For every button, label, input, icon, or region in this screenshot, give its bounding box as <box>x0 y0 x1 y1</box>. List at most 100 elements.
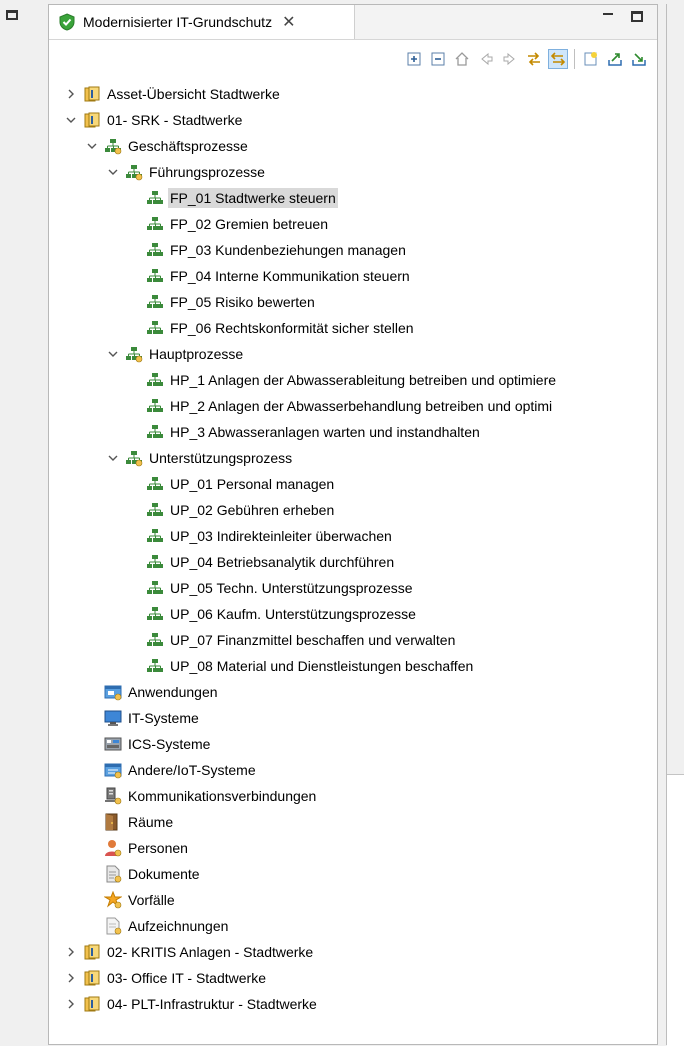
close-icon[interactable]: ✕ <box>282 12 295 32</box>
tree-item[interactable]: Kommunikationsverbindungen <box>49 783 657 809</box>
scope-icon <box>83 995 101 1013</box>
new-element-icon[interactable] <box>581 49 601 69</box>
iot-system-icon <box>104 761 122 779</box>
tree-item[interactable]: Personen <box>49 835 657 861</box>
tree-item[interactable]: Dokumente <box>49 861 657 887</box>
back-icon[interactable] <box>476 49 496 69</box>
import-icon[interactable] <box>605 49 625 69</box>
maximize-icon[interactable] <box>631 11 643 22</box>
collapse-all-icon[interactable] <box>428 49 448 69</box>
scope-icon <box>83 943 101 961</box>
record-icon <box>104 917 122 935</box>
tree-item[interactable]: UP_04 Betriebsanalytik durchführen <box>49 549 657 575</box>
process-icon <box>146 267 164 285</box>
tree-item[interactable]: 02- KRITIS Anlagen - Stadtwerke <box>49 939 657 965</box>
chevron-right-icon[interactable] <box>65 972 77 984</box>
tree-item-label: Anwendungen <box>128 684 218 700</box>
tree-item-label: FP_03 Kundenbeziehungen managen <box>170 242 406 258</box>
chevron-right-icon[interactable] <box>65 998 77 1010</box>
tree-item[interactable]: FP_05 Risiko bewerten <box>49 289 657 315</box>
tree-item-label: Asset-Übersicht Stadtwerke <box>107 86 280 102</box>
link-editor-icon[interactable] <box>524 49 544 69</box>
tree-item[interactable]: 01- SRK - Stadtwerke <box>49 107 657 133</box>
tree-item-label: Hauptprozesse <box>149 346 244 362</box>
tree-item-label: UP_01 Personal managen <box>170 476 335 492</box>
home-icon[interactable] <box>452 49 472 69</box>
tree-item[interactable]: HP_1 Anlagen der Abwasserableitung betre… <box>49 367 657 393</box>
tree-item-label: Führungsprozesse <box>149 164 265 180</box>
tree-item[interactable]: IT-Systeme <box>49 705 657 731</box>
ics-system-icon <box>104 735 122 753</box>
tree-item[interactable]: 03- Office IT - Stadtwerke <box>49 965 657 991</box>
tree-item-label: IT-Systeme <box>128 710 199 726</box>
tree-item[interactable]: UP_06 Kaufm. Unterstützungsprozesse <box>49 601 657 627</box>
process-icon <box>146 605 164 623</box>
left-pane <box>0 0 41 1045</box>
right-lower-pane <box>667 774 684 1046</box>
tree-item-label: Geschäftsprozesse <box>128 138 248 154</box>
tree-item[interactable]: UP_05 Techn. Unterstützungsprozesse <box>49 575 657 601</box>
tree-item[interactable]: FP_06 Rechtskonformität sicher stellen <box>49 315 657 341</box>
tree-item-label: FP_04 Interne Kommunikation steuern <box>170 268 410 284</box>
tree-item-label: UP_07 Finanzmittel beschaffen und verwal… <box>170 632 456 648</box>
pane-divider[interactable] <box>40 0 48 1045</box>
tree-item[interactable]: ICS-Systeme <box>49 731 657 757</box>
tree-item[interactable]: Unterstützungsprozess <box>49 445 657 471</box>
expand-all-icon[interactable] <box>404 49 424 69</box>
tree-item[interactable]: Asset-Übersicht Stadtwerke <box>49 81 657 107</box>
export-icon[interactable] <box>629 49 649 69</box>
chevron-right-icon[interactable] <box>65 946 77 958</box>
tree-item[interactable]: FP_02 Gremien betreuen <box>49 211 657 237</box>
chevron-right-icon[interactable] <box>65 88 77 100</box>
process-icon <box>146 293 164 311</box>
document-icon <box>104 865 122 883</box>
tree-item[interactable]: Andere/IoT-Systeme <box>49 757 657 783</box>
scope-icon <box>83 111 101 129</box>
process-icon <box>146 215 164 233</box>
tree-item[interactable]: Geschäftsprozesse <box>49 133 657 159</box>
tree-item[interactable]: Führungsprozesse <box>49 159 657 185</box>
tree-item[interactable]: UP_08 Material und Dienstleistungen besc… <box>49 653 657 679</box>
tree-item[interactable]: 04- PLT-Infrastruktur - Stadtwerke <box>49 991 657 1017</box>
chevron-down-icon[interactable] <box>107 166 119 178</box>
tree-item[interactable]: FP_03 Kundenbeziehungen managen <box>49 237 657 263</box>
chevron-down-icon[interactable] <box>107 348 119 360</box>
tree-item[interactable]: Anwendungen <box>49 679 657 705</box>
tree-item[interactable]: Vorfälle <box>49 887 657 913</box>
restore-icon[interactable] <box>6 10 18 20</box>
process-icon <box>146 631 164 649</box>
tree-item[interactable]: Hauptprozesse <box>49 341 657 367</box>
tree-view: Modernisierter IT-Grundschutz ✕ Asset-Üb… <box>48 4 658 1045</box>
tree-item[interactable]: FP_04 Interne Kommunikation steuern <box>49 263 657 289</box>
tree-item[interactable]: UP_07 Finanzmittel beschaffen und verwal… <box>49 627 657 653</box>
forward-icon[interactable] <box>500 49 520 69</box>
tree-item[interactable]: HP_2 Anlagen der Abwasserbehandlung betr… <box>49 393 657 419</box>
tree-item[interactable]: HP_3 Abwasseranlagen warten und instandh… <box>49 419 657 445</box>
tree-item[interactable]: Räume <box>49 809 657 835</box>
tree-item[interactable]: UP_02 Gebühren erheben <box>49 497 657 523</box>
tree-item-label: FP_01 Stadtwerke steuern <box>168 188 338 208</box>
chevron-down-icon[interactable] <box>65 114 77 126</box>
tree-item[interactable]: FP_01 Stadtwerke steuern <box>49 185 657 211</box>
sync-icon[interactable] <box>548 49 568 69</box>
process-icon <box>146 579 164 597</box>
process-icon <box>146 501 164 519</box>
tree-item-label: UP_08 Material und Dienstleistungen besc… <box>170 658 474 674</box>
chevron-down-icon[interactable] <box>86 140 98 152</box>
tree-item[interactable]: UP_03 Indirekteinleiter überwachen <box>49 523 657 549</box>
tab-modernisierter-it-grundschutz[interactable]: Modernisierter IT-Grundschutz ✕ <box>49 5 355 39</box>
tab-bar: Modernisierter IT-Grundschutz ✕ <box>49 5 657 40</box>
chevron-down-icon[interactable] <box>107 452 119 464</box>
tree-item[interactable]: Aufzeichnungen <box>49 913 657 939</box>
minimize-icon[interactable] <box>603 9 615 21</box>
tree-item[interactable]: UP_01 Personal managen <box>49 471 657 497</box>
